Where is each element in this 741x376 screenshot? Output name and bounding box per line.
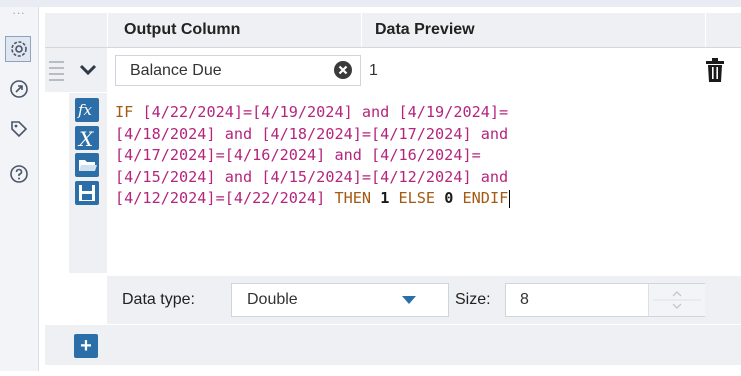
- code-token: and: [215, 124, 262, 143]
- svg-text:X: X: [77, 127, 94, 150]
- header-separator: [361, 13, 362, 47]
- code-token: [4/15/2024]=[4/12/2024]: [261, 167, 472, 186]
- size-stepper[interactable]: [648, 284, 705, 316]
- code-token: ELSE: [389, 189, 445, 208]
- size-label: Size:: [455, 291, 491, 308]
- row-collapse-button[interactable]: [69, 48, 107, 92]
- column-name-value: Balance Due: [130, 62, 222, 79]
- open-folder-icon[interactable]: [75, 153, 99, 177]
- more-options-handle[interactable]: ...: [7, 4, 31, 16]
- size-value: 8: [520, 291, 529, 308]
- add-field-button[interactable]: +: [74, 334, 98, 358]
- code-token: [4/16/2024]=: [371, 146, 481, 165]
- data-preview-value: 1: [369, 62, 378, 79]
- code-token: and: [471, 167, 509, 186]
- code-token: THEN: [325, 189, 381, 208]
- tag-icon[interactable]: [8, 118, 30, 140]
- variable-x-icon[interactable]: X: [75, 126, 99, 151]
- stepper-down-icon: [672, 303, 682, 309]
- code-token: ENDIF: [453, 189, 509, 208]
- code-token: and: [352, 103, 399, 121]
- expression-code[interactable]: IF [4/22/2024]=[4/19/2024] and [4/19/202…: [115, 102, 725, 210]
- header-output-column[interactable]: Output Column: [124, 13, 240, 47]
- dropdown-arrow-icon[interactable]: [402, 296, 416, 304]
- data-type-value: Double: [247, 291, 298, 308]
- header-data-preview[interactable]: Data Preview: [375, 13, 475, 47]
- arrow-circle-icon[interactable]: [8, 78, 30, 100]
- code-token: [4/22/2024]=[4/19/2024]: [142, 103, 353, 121]
- svg-text:fx: fx: [77, 101, 93, 119]
- code-token: [4/15/2024]: [115, 167, 216, 186]
- code-token: 1: [380, 189, 390, 208]
- code-token: [4/19/2024]=: [398, 103, 509, 121]
- code-token: [4/17/2024]=[4/16/2024]: [115, 146, 326, 165]
- trash-icon[interactable]: [703, 57, 727, 83]
- add-row-bar: [45, 325, 741, 365]
- top-strip: [0, 0, 741, 7]
- stepper-up-icon: [672, 291, 682, 297]
- chevron-down-icon: [79, 64, 97, 76]
- data-type-label: Data type:: [122, 291, 195, 308]
- code-token: and: [215, 167, 262, 186]
- header-separator: [705, 13, 706, 47]
- code-token: and: [325, 146, 372, 165]
- help-icon[interactable]: [8, 163, 30, 185]
- save-icon[interactable]: [75, 181, 99, 205]
- fx-icon[interactable]: fx: [75, 98, 99, 122]
- gear-icon[interactable]: [8, 38, 30, 60]
- clear-icon[interactable]: [334, 61, 352, 79]
- row-drag-handle[interactable]: [45, 48, 69, 92]
- text-caret: [509, 189, 511, 208]
- code-token: [4/18/2024]: [115, 124, 216, 143]
- code-token: and: [471, 124, 509, 143]
- code-token: 0: [444, 189, 454, 208]
- code-token: [4/12/2024]=[4/22/2024]: [115, 189, 326, 208]
- header-separator: [107, 13, 108, 47]
- code-token: IF: [115, 103, 143, 121]
- code-token: [4/18/2024]=[4/17/2024]: [261, 124, 472, 143]
